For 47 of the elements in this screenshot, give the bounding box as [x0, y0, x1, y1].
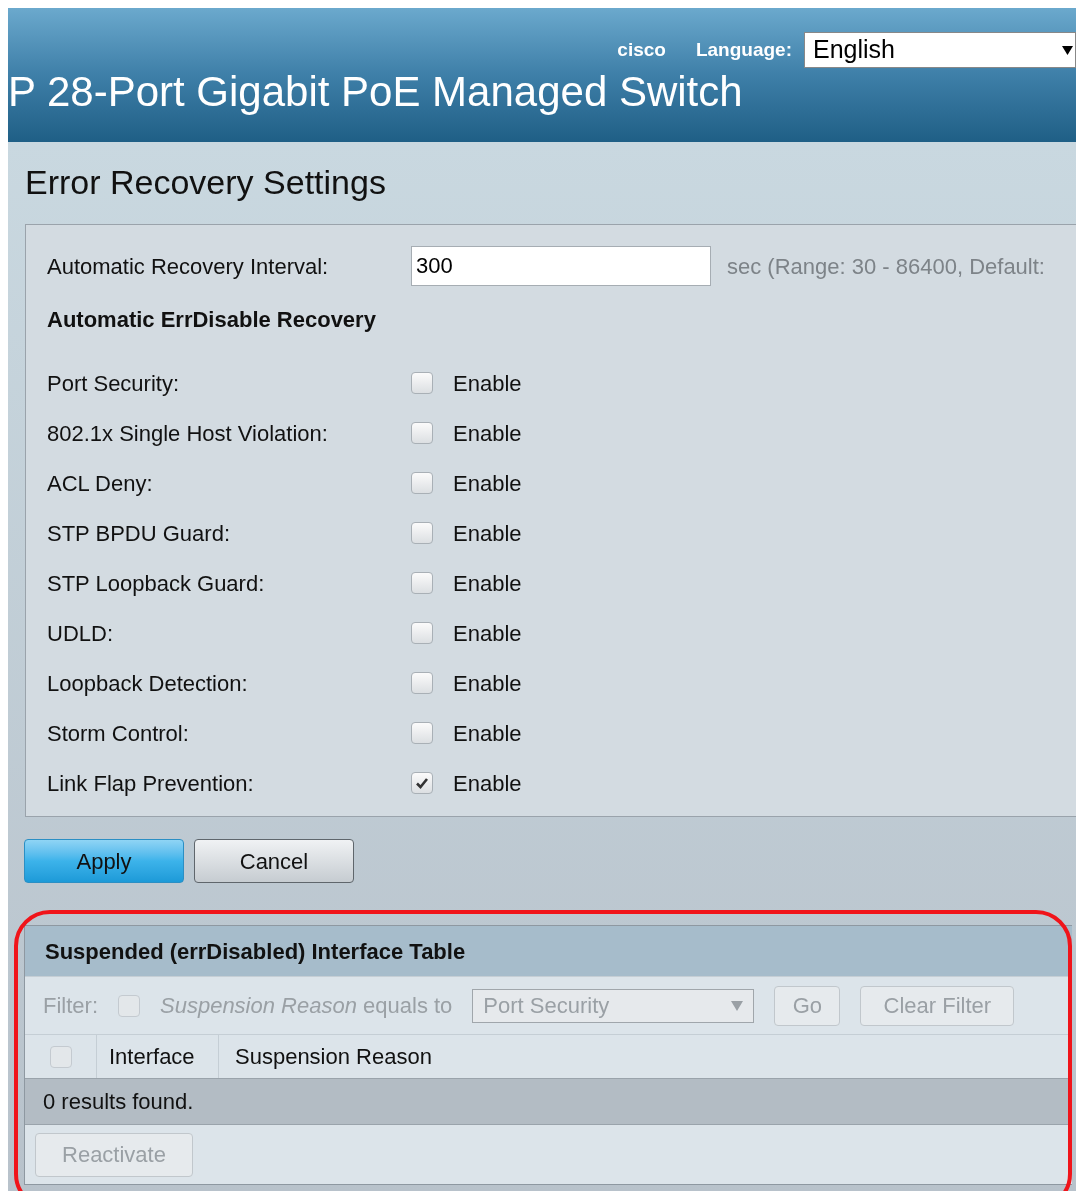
field-label: STP BPDU Guard: [47, 519, 231, 548]
column-header: Suspension Reason [234, 1043, 433, 1071]
brand-logo: cisco [617, 37, 666, 62]
checkbox[interactable] [411, 472, 433, 494]
field-label: Link Flap Prevention: [47, 769, 255, 798]
checkbox[interactable] [49, 1045, 72, 1068]
check-icon [415, 776, 429, 790]
field-label: Storm Control: [47, 719, 190, 748]
checkbox[interactable] [411, 572, 433, 594]
filter-description: Suspension Reason equals to [160, 992, 453, 1020]
checkbox[interactable] [411, 722, 433, 744]
field-label: Loopback Detection: [47, 669, 249, 698]
table-title: Suspended (errDisabled) Interface Table [45, 937, 466, 966]
field-label: 802.1x Single Host Violation: [47, 419, 329, 448]
checkbox[interactable] [411, 772, 433, 794]
dropdown-arrow-icon [731, 1000, 744, 1011]
section-title: Automatic ErrDisable Recovery [47, 306, 377, 334]
field-label: STP Loopback Guard: [47, 569, 266, 598]
page-title: Error Recovery Settings [24, 162, 387, 203]
checkbox[interactable] [411, 522, 433, 544]
checkbox-label: Enable [453, 419, 522, 448]
field-label: Port Security: [47, 369, 181, 398]
language-select[interactable]: English [804, 32, 1076, 68]
dropdown-arrow-icon [1062, 45, 1073, 55]
apply-button[interactable]: Apply [24, 839, 184, 883]
checkbox[interactable] [411, 422, 433, 444]
filter-label: Filter: [43, 992, 98, 1020]
field-label: ACL Deny: [47, 469, 154, 498]
checkbox-label: Enable [453, 369, 522, 398]
product-title: P 28-Port Gigabit PoE Managed Switch [8, 68, 744, 116]
cancel-button[interactable]: Cancel [194, 839, 354, 883]
checkbox-label: Enable [453, 469, 522, 498]
checkbox-label: Enable [453, 519, 522, 548]
checkbox[interactable] [411, 622, 433, 644]
checkbox[interactable] [118, 994, 140, 1017]
interval-field[interactable]: 300 [411, 246, 711, 286]
range-hint: sec (Range: 30 - 86400, Default: [727, 252, 1045, 281]
field-label: UDLD: [47, 619, 114, 648]
checkbox[interactable] [411, 372, 433, 394]
checkbox[interactable] [411, 672, 433, 694]
checkbox-label: Enable [453, 569, 522, 598]
language-label: Language: [695, 37, 792, 62]
checkbox-label: Enable [453, 619, 522, 648]
checkbox-label: Enable [453, 669, 522, 698]
checkbox-label: Enable [453, 719, 522, 748]
checkbox-label: Enable [453, 769, 522, 798]
field-label: Automatic Recovery Interval: [47, 252, 330, 281]
